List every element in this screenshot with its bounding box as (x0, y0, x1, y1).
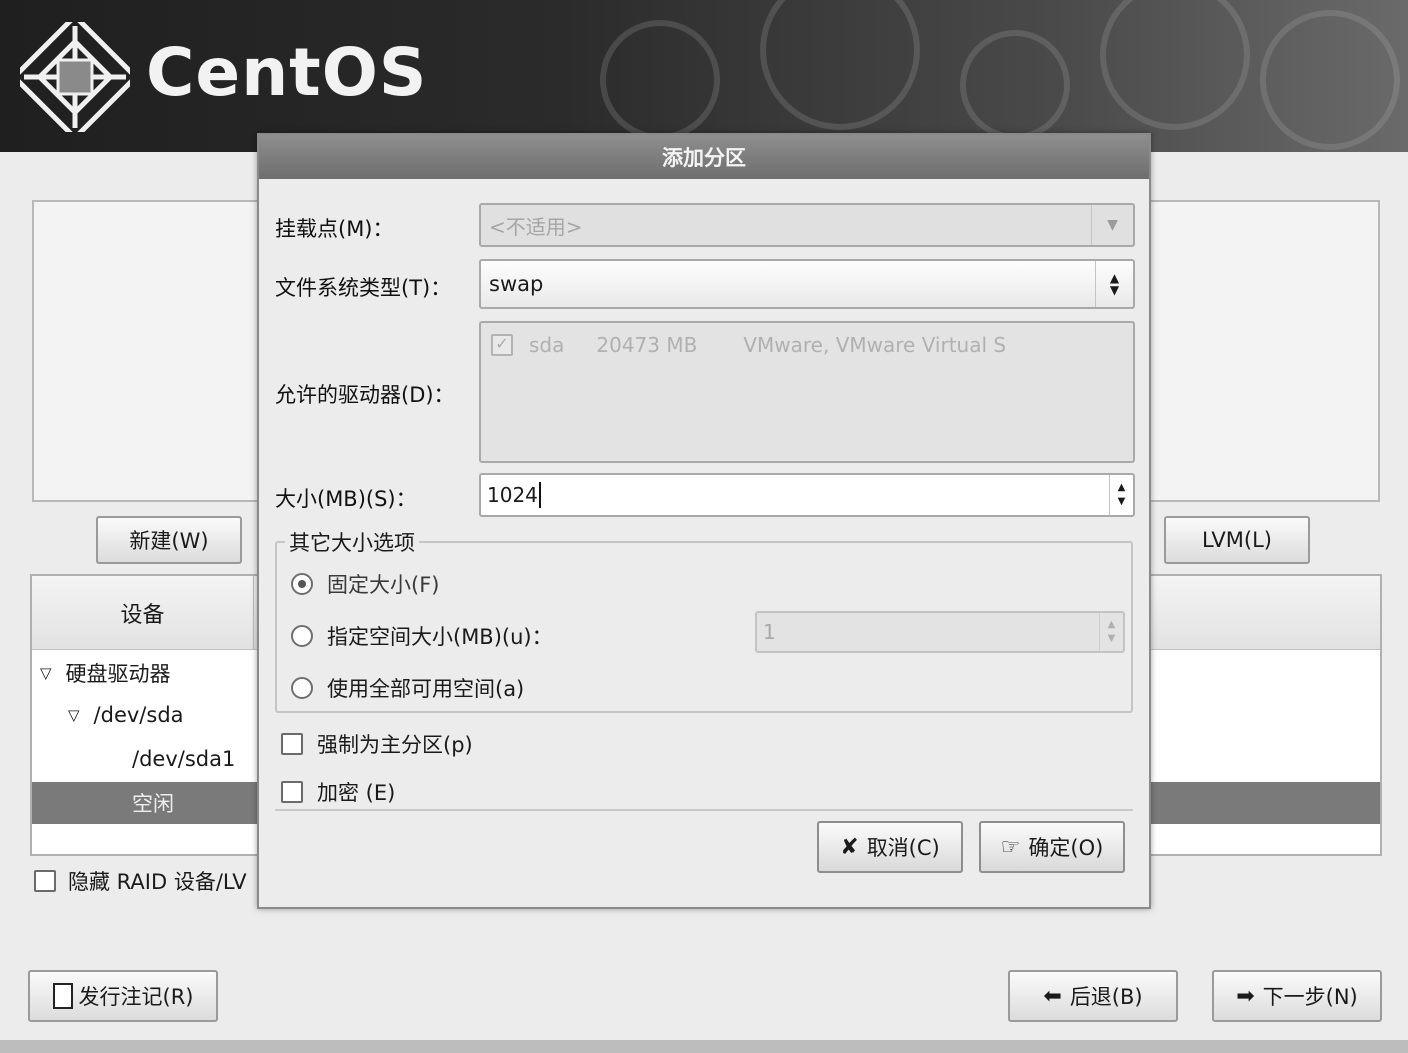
cancel-label: 取消(C) (866, 836, 940, 860)
radio-label: 固定大小(F) (327, 573, 440, 597)
select-updown-icon[interactable]: ▲ ▼ (1095, 261, 1133, 307)
max-size-value: 1 (763, 620, 776, 644)
dropdown-arrow-icon[interactable]: ▼ (1091, 205, 1133, 245)
decor-swirl (600, 20, 720, 140)
size-spinbox[interactable]: 1024 ▲ ▼ (479, 473, 1135, 517)
checkbox-box[interactable] (281, 733, 303, 755)
column-device[interactable]: 设备 (32, 576, 254, 650)
allowed-drives-list[interactable]: ✓ sda 20473 MB VMware, VMware Virtual S (479, 321, 1135, 463)
header-banner: CentOS (0, 0, 1408, 152)
radio-max-size[interactable]: 指定空间大小(MB)(u)： (291, 621, 553, 651)
fs-type-select[interactable]: swap ▲ ▼ (479, 259, 1135, 309)
mount-point-label: 挂载点(M)： (275, 217, 394, 241)
ok-label: 确定(O) (1028, 836, 1104, 860)
spin-arrows-icon[interactable]: ▲ ▼ (1109, 475, 1133, 515)
centos-logo-icon (20, 22, 130, 132)
new-partition-button[interactable]: 新建(W) (96, 516, 242, 564)
max-size-spinbox[interactable]: 1 ▲ ▼ (755, 611, 1125, 653)
decor-swirl (760, 0, 920, 130)
force-primary-label: 强制为主分区(p) (317, 733, 473, 757)
hide-raid-checkbox[interactable]: 隐藏 RAID 设备/LV (34, 866, 247, 896)
text-caret (538, 482, 541, 508)
document-icon (52, 983, 73, 1009)
drive-model: VMware, VMware Virtual S (743, 333, 1007, 357)
decor-swirl (1260, 10, 1400, 150)
fs-type-label: 文件系统类型(T)： (275, 276, 452, 300)
next-button[interactable]: ➡ 下一步(N) (1212, 970, 1382, 1022)
expand-triangle-icon[interactable]: ▽ (68, 706, 80, 724)
drive-checkbox[interactable]: ✓ (491, 334, 513, 356)
drive-row-sda[interactable]: ✓ sda 20473 MB VMware, VMware Virtual S (491, 333, 1006, 357)
radio-button[interactable] (291, 677, 313, 699)
tree-row-label: 硬盘驱动器 (65, 662, 171, 686)
cancel-button[interactable]: ✘ 取消(C) (817, 821, 963, 873)
tree-row-label: /dev/sda1 (132, 747, 236, 771)
spin-arrows-icon[interactable]: ▲ ▼ (1099, 613, 1123, 651)
radio-button[interactable] (291, 573, 313, 595)
dialog-separator (275, 809, 1133, 811)
decor-swirl (1100, 0, 1250, 130)
size-options-legend: 其它大小选项 (285, 527, 419, 557)
lvm-button[interactable]: LVM(L) (1164, 516, 1310, 564)
size-options-frame: 其它大小选项 固定大小(F) 指定空间大小(MB)(u)： 1 ▲ ▼ 使用全部可… (275, 527, 1133, 713)
radio-label: 指定空间大小(MB)(u)： (327, 625, 553, 649)
ok-button[interactable]: ☞ 确定(O) (979, 821, 1125, 873)
expand-triangle-icon[interactable]: ▽ (40, 664, 52, 682)
checkbox-box[interactable] (281, 781, 303, 803)
release-notes-button[interactable]: 发行注记(R) (28, 970, 218, 1022)
radio-fixed-size[interactable]: 固定大小(F) (291, 569, 439, 599)
arrow-left-icon: ⬅ (1043, 983, 1062, 1009)
size-label: 大小(MB)(S)： (275, 487, 417, 511)
force-primary-checkbox[interactable]: 强制为主分区(p) (281, 729, 473, 759)
hide-raid-label: 隐藏 RAID 设备/LV (68, 870, 247, 894)
radio-button[interactable] (291, 625, 313, 647)
next-label: 下一步(N) (1262, 985, 1358, 1009)
drive-size: 20473 MB (596, 333, 698, 357)
release-notes-label: 发行注记(R) (78, 985, 194, 1009)
centos-logo-text: CentOS (146, 34, 428, 111)
encrypt-checkbox[interactable]: 加密 (E) (281, 777, 395, 807)
allowed-drives-label: 允许的驱动器(D)： (275, 383, 455, 407)
fs-type-value: swap (489, 272, 544, 296)
back-label: 后退(B) (1069, 985, 1143, 1009)
arrow-right-icon: ➡ (1236, 983, 1255, 1009)
back-button[interactable]: ⬅ 后退(B) (1008, 970, 1178, 1022)
radio-label: 使用全部可用空间(a) (327, 677, 525, 701)
add-partition-dialog: 添加分区 挂载点(M)： <不适用> ▼ 文件系统类型(T)： swap ▲ ▼ … (257, 133, 1151, 909)
size-value[interactable]: 1024 (487, 483, 538, 507)
mount-point-combo[interactable]: <不适用> ▼ (479, 203, 1135, 247)
ok-hand-icon: ☞ (1000, 834, 1021, 860)
mount-point-value: <不适用> (489, 214, 583, 239)
radio-fill-all[interactable]: 使用全部可用空间(a) (291, 673, 524, 703)
tree-row-label: /dev/sda (93, 703, 184, 727)
encrypt-label: 加密 (E) (317, 781, 396, 805)
dialog-title: 添加分区 (259, 135, 1149, 179)
bottom-strip (0, 1040, 1408, 1053)
checkbox-box[interactable] (34, 870, 56, 892)
drive-name: sda (529, 333, 565, 357)
cancel-x-icon: ✘ (840, 834, 859, 860)
decor-swirl (960, 30, 1070, 140)
tree-row-label: 空闲 (132, 792, 174, 816)
